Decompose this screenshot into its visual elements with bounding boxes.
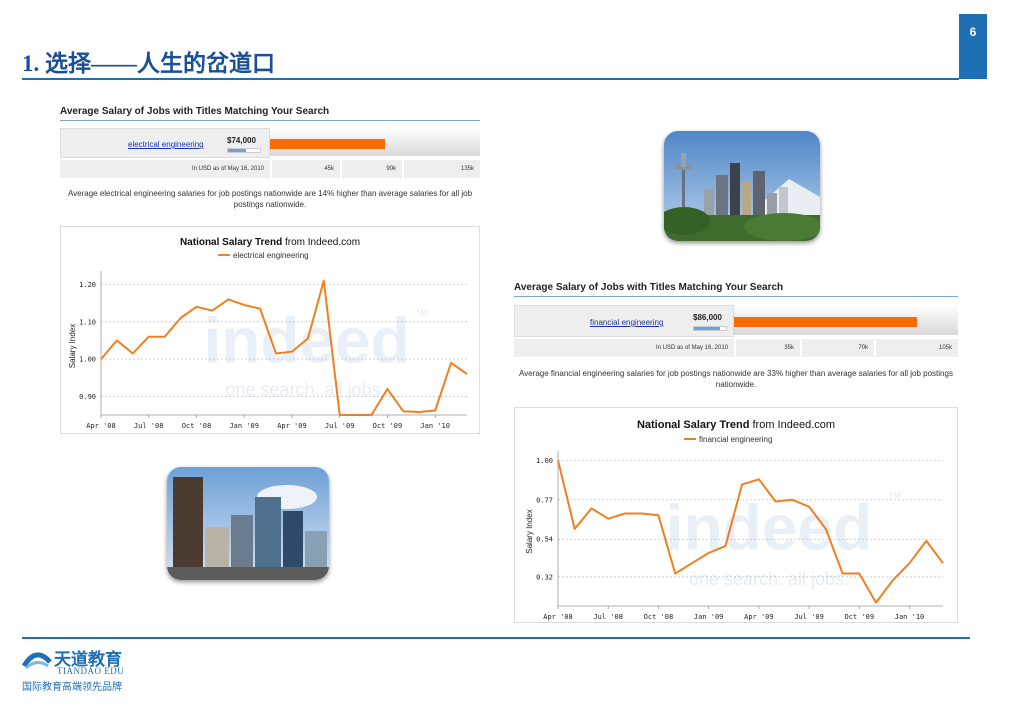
y-tick-label: 1.00 [536, 457, 553, 465]
right-salary-bar-track [734, 305, 958, 335]
x-tick-label: Jul '09 [325, 422, 355, 430]
x-tick-label: Apr '08 [86, 422, 116, 430]
y-tick-label: 0.77 [536, 496, 553, 504]
left-salary-bar-track [270, 128, 480, 156]
x-tick-label: Jan '09 [694, 613, 724, 621]
right-currency-note: In USD as of May 16, 2010 [655, 345, 728, 351]
chart-title-suffix: from Indeed.com [749, 419, 835, 431]
right-job-link[interactable]: financial engineering [590, 318, 663, 327]
left-salary-heading: Average Salary of Jobs with Titles Match… [60, 106, 330, 117]
watermark-tm: TM [416, 309, 428, 318]
title-rule [22, 78, 959, 80]
chart-title: National Salary Trend from Indeed.com [180, 237, 360, 248]
left-scale-row: In USD as of May 16, 2010 45k 90k 135k [60, 160, 480, 178]
chart-title: National Salary Trend from Indeed.com [637, 419, 835, 431]
right-salary-label-box: financial engineering $86,000 [514, 305, 734, 337]
chart-title-main: National Salary Trend [180, 237, 282, 248]
city-buildings-photo [167, 467, 329, 580]
left-scale-tick: 45k [324, 166, 334, 172]
right-scale-row: In USD as of May 16, 2010 35k 70k 105k [514, 339, 958, 357]
left-scale-tick: 135k [460, 166, 474, 172]
left-salary-description: Average electrical engineering salaries … [67, 189, 473, 209]
left-job-link[interactable]: electrical engineering [128, 140, 204, 149]
x-tick-label: Oct '08 [182, 422, 212, 430]
right-trend-chart-svg: indeed one search. all jobs. TM National Sa… [525, 419, 944, 621]
left-salary-bar [270, 139, 386, 149]
seattle-skyline-photo [664, 131, 820, 241]
right-heading-rule [514, 296, 958, 297]
x-tick-label: Oct '08 [644, 613, 674, 621]
right-scale-tick: 70k [858, 345, 868, 351]
x-tick-label: Oct '09 [373, 422, 403, 430]
x-tick-label: Jul '09 [794, 613, 824, 621]
y-tick-label: 0.32 [536, 573, 553, 581]
watermark-tagline: one search. all jobs. [689, 569, 849, 589]
x-tick-label: Jul '08 [134, 422, 164, 430]
page-number: 6 [959, 14, 987, 79]
y-tick-label: 0.90 [79, 393, 96, 401]
left-trend-chart-svg: indeedone search. all jobs.TMNational Sa… [68, 237, 468, 430]
left-salary-mini-bar [227, 148, 261, 153]
left-currency-note: In USD as of May 16, 2010 [191, 166, 264, 172]
y-axis-label: Salary Index [68, 324, 77, 368]
right-scale-tick: 105k [938, 345, 952, 351]
x-tick-label: Jan '10 [420, 422, 450, 430]
x-tick-label: Oct '09 [845, 613, 875, 621]
x-tick-label: Jan '09 [229, 422, 259, 430]
logo-mark-icon [21, 646, 52, 670]
right-scale-tick: 35k [784, 345, 794, 351]
right-salary-amount: $86,000 [693, 313, 722, 322]
watermark-tm: TM [889, 492, 901, 501]
y-tick-label: 1.10 [79, 318, 96, 326]
logo-tagline: 国际教育高端领先品牌 [22, 682, 122, 693]
left-heading-rule [60, 120, 480, 121]
left-salary-amount: $74,000 [227, 136, 256, 145]
right-salary-heading: Average Salary of Jobs with Titles Match… [514, 282, 784, 293]
x-tick-label: Jan '10 [895, 613, 925, 621]
watermark-brand: indeed [666, 491, 872, 563]
x-tick-label: Apr '08 [543, 613, 573, 621]
chart-title-suffix: from Indeed.com [282, 237, 360, 248]
right-salary-mini-bar [693, 326, 727, 331]
right-salary-description: Average financial engineering salaries f… [519, 369, 953, 389]
x-tick-label: Apr '09 [277, 422, 307, 430]
y-tick-label: 1.00 [79, 356, 96, 364]
legend-label: electrical engineering [233, 251, 309, 260]
y-tick-label: 1.20 [79, 281, 96, 289]
right-trend-chart: indeed one search. all jobs. TM National Sa… [514, 407, 958, 623]
footer-rule [22, 637, 970, 639]
y-tick-label: 0.54 [536, 536, 553, 544]
legend-label: financial engineering [699, 435, 772, 444]
left-salary-label-box: electrical engineering $74,000 [60, 128, 270, 158]
y-axis-label: Salary Index [525, 509, 534, 553]
left-scale-tick: 90k [386, 166, 396, 172]
x-tick-label: Apr '09 [744, 613, 774, 621]
logo-en-text: TIANDAO EDU [57, 666, 125, 676]
chart-title-main: National Salary Trend [637, 419, 749, 431]
x-tick-label: Jul '08 [593, 613, 623, 621]
slide-title: 1. 选择——人生的岔道口 [22, 51, 275, 76]
left-trend-chart: indeed one search. all jobs. TM National Sa… [60, 226, 480, 434]
right-salary-bar [734, 317, 918, 327]
